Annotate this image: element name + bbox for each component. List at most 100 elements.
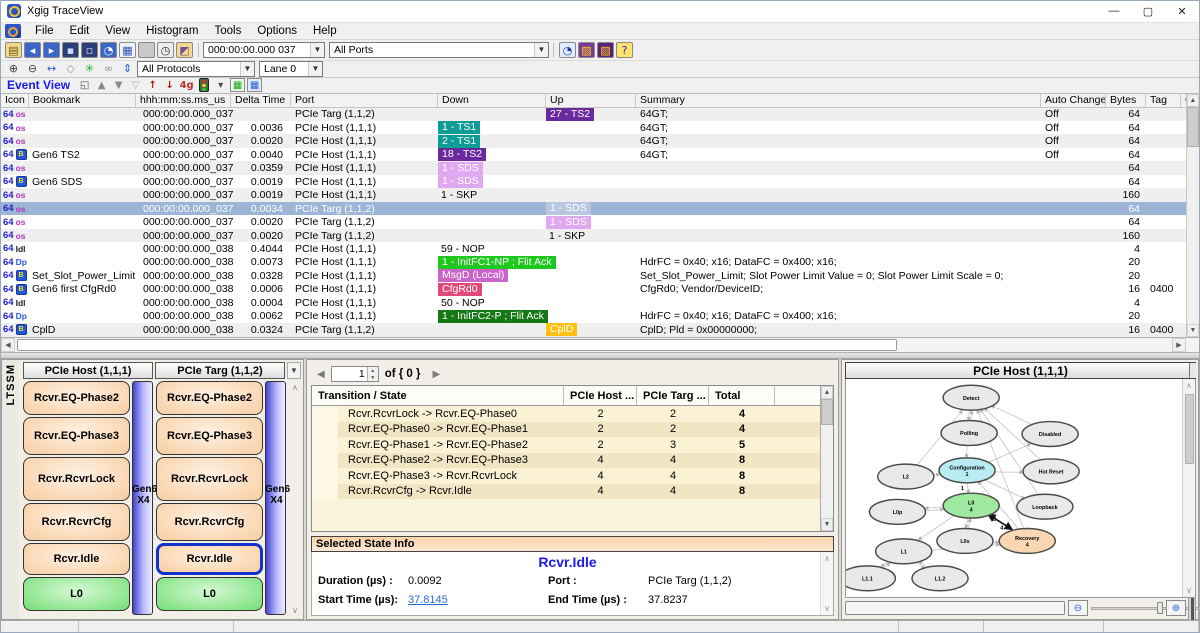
minimize-button[interactable]: — (1097, 1, 1131, 22)
ltssm-state-rcvr-eq-phase3[interactable]: Rcvr.EQ-Phase3 (23, 417, 130, 455)
tt-scroll-up-icon[interactable]: ▲ (821, 386, 833, 399)
event-table-vscrollbar[interactable]: ▲ ▼ (1186, 94, 1199, 337)
tt-scroll-down-icon[interactable]: ▼ (821, 518, 833, 531)
sync-icon[interactable]: ⇕ (119, 61, 136, 77)
page-spinner[interactable]: ▲▼ (367, 367, 378, 381)
diagram-side-tab[interactable] (1189, 363, 1196, 378)
open-trace-icon[interactable]: ▤ (5, 42, 22, 58)
image-icon[interactable]: ▨ (578, 42, 595, 58)
table-row[interactable]: 64BGen6 SDS000:00:00.000_0370.0019PCIe H… (1, 175, 1199, 188)
table-row[interactable]: 64Idl000:00:00.000_0380.0004PCIe Host (1… (1, 296, 1199, 309)
vscroll-thumb[interactable] (1187, 107, 1199, 147)
menu-options[interactable]: Options (249, 23, 305, 40)
transition-row[interactable]: Rcvr.EQ-Phase0 -> Rcvr.EQ-Phase1224 (312, 422, 820, 438)
ltssm-state-rcvr-eq-phase2[interactable]: Rcvr.EQ-Phase2 (156, 381, 263, 415)
save-all-icon[interactable]: ▫ (81, 42, 98, 58)
transition-table-scrollbar[interactable]: ▲ ▼ (820, 386, 833, 531)
ltssm-port-button-1[interactable]: PCIe Targ (1,1,2) (155, 362, 285, 379)
ltssm-state-rcvr-rcvrcfg[interactable]: Rcvr.RcvrCfg (156, 503, 263, 541)
hscroll-thumb[interactable] (17, 339, 897, 351)
go-bottom-icon[interactable]: ▼ (111, 78, 126, 92)
ltssm-combo-caret-icon[interactable]: ▼ (287, 362, 301, 379)
fit-range-icon[interactable]: ↔ (43, 61, 60, 77)
page-spinbox[interactable]: 1 ▲▼ (331, 366, 379, 382)
transition-row[interactable]: Rcvr.RcvrLock -> Rcvr.EQ-Phase0224 (312, 406, 820, 422)
menu-histogram[interactable]: Histogram (138, 23, 206, 40)
capture-icon[interactable]: ◩ (176, 42, 193, 58)
table-row[interactable]: 64BSet_Slot_Power_Limit000:00:00.000_038… (1, 269, 1199, 282)
transition-row[interactable]: Rcvr.EQ-Phase3 -> Rcvr.RcvrLock448 (312, 468, 820, 484)
maximize-button[interactable]: ▢ (1131, 1, 1165, 22)
col-header-time[interactable]: hhh:mm:ss.ms_us (136, 94, 231, 107)
diagram-node-polling[interactable]: Polling (941, 421, 997, 446)
table-row[interactable]: 64Dp000:00:00.000_0380.0073PCIe Host (1,… (1, 256, 1199, 269)
diagram-hscrollbar[interactable] (845, 601, 1065, 615)
ports-combo[interactable]: All Ports ▼ (329, 42, 549, 58)
zoom-select-icon[interactable]: ◱ (77, 78, 92, 92)
clock-icon[interactable]: ◷ (157, 42, 174, 58)
table-row[interactable]: 64Idl000:00:00.000_0380.4044PCIe Host (1… (1, 242, 1199, 255)
diagram-node-loopback[interactable]: Loopback (1017, 494, 1073, 519)
placeholder-icon[interactable] (138, 42, 155, 58)
zoom-out-icon[interactable]: ⊖ (24, 61, 41, 77)
event-table-hscrollbar[interactable]: ◀ ▶ (1, 338, 1199, 354)
menu-file[interactable]: File (27, 23, 62, 40)
diagram-node-l11[interactable]: L1.1 (846, 566, 895, 591)
time-combo[interactable]: 000:00:00.000 037 ▼ (203, 42, 325, 58)
table-row[interactable]: 64os000:00:00.000_0370.0019PCIe Host (1,… (1, 188, 1199, 201)
col-header-tag[interactable]: Tag (1146, 94, 1181, 107)
col-header-delta[interactable]: Delta Time (231, 94, 291, 107)
table-row[interactable]: 64os000:00:00.000_0370.0020PCIe Host (1,… (1, 134, 1199, 147)
dropdown-caret-icon[interactable]: ▾ (213, 78, 228, 92)
speed-label-icon[interactable]: 4g (179, 78, 194, 92)
diagram-node-l0s[interactable]: L0s (937, 529, 993, 554)
ltssm-scrollbar[interactable]: ∧∨ (289, 381, 301, 617)
zoom-in-icon[interactable]: ⊕ (5, 61, 22, 77)
menu-edit[interactable]: Edit (62, 23, 98, 40)
table-row[interactable]: 64os000:00:00.000_0370.0036PCIe Host (1,… (1, 121, 1199, 134)
diagram-node-recovery[interactable]: Recovery4 (999, 529, 1055, 554)
tt-col-header-3[interactable]: Total (709, 386, 775, 405)
lanes-grid-icon[interactable]: ▦ (247, 78, 262, 92)
menu-tools[interactable]: Tools (206, 23, 249, 40)
diagram-node-l12[interactable]: L1.2 (912, 566, 968, 591)
table-row[interactable]: 64os000:00:00.000_0370.0034PCIe Targ (1,… (1, 202, 1199, 215)
panel-grip[interactable] (1188, 594, 1196, 622)
ltssm-state-rcvr-rcvrlock[interactable]: Rcvr.RcvrLock (156, 457, 263, 501)
grid-view-icon[interactable]: ▦ (119, 42, 136, 58)
protocols-combo[interactable]: All Protocols ▼ (137, 61, 255, 77)
help-icon[interactable]: ? (616, 42, 633, 58)
trigger-light-icon[interactable] (196, 78, 211, 92)
diagram-node-configuration[interactable]: Configuration1 (939, 458, 995, 483)
scroll-up-icon[interactable]: ▲ (1187, 94, 1199, 107)
close-button[interactable]: ✕ (1165, 1, 1199, 22)
marker-icon[interactable]: ✳ (81, 61, 98, 77)
diagram-node-l1[interactable]: L1 (876, 539, 932, 564)
ports-grid-icon[interactable]: ▦ (230, 78, 245, 92)
scroll-down-icon[interactable]: ▼ (1187, 324, 1199, 337)
prev-marker-icon[interactable]: ↑ (145, 78, 160, 92)
ltssm-state-rcvr-rcvrlock[interactable]: Rcvr.RcvrLock (23, 457, 130, 501)
menu-view[interactable]: View (97, 23, 138, 40)
selected-state-scrollbar[interactable]: ∧∨ (820, 552, 833, 615)
diagram-zoom-out-icon[interactable]: ⊖ (1068, 600, 1088, 616)
protocols-combo-caret-icon[interactable]: ▼ (240, 62, 254, 76)
diagram-zoom-in-icon[interactable]: ⊕ (1166, 600, 1186, 616)
export-trace-icon[interactable]: ▸ (43, 42, 60, 58)
ltssm-state-l0[interactable]: L0 (156, 577, 263, 611)
ltssm-tab[interactable]: LTSSM (1, 359, 19, 620)
table-row[interactable]: 64BGen6 TS2000:00:00.000_0370.0040PCIe H… (1, 148, 1199, 161)
col-header-sum[interactable]: Summary (636, 94, 1041, 107)
col-header-bm[interactable]: Bookmark (29, 94, 136, 107)
diagram-vscrollbar[interactable]: ∧ ∨ (1182, 379, 1195, 597)
ports-combo-caret-icon[interactable]: ▼ (534, 43, 548, 57)
transition-row[interactable]: Rcvr.EQ-Phase2 -> Rcvr.EQ-Phase3448 (312, 453, 820, 469)
diag-scroll-up-icon[interactable]: ∧ (1186, 381, 1192, 390)
col-header-auto[interactable]: Auto Change (1041, 94, 1106, 107)
table-row[interactable]: 64BGen6 first CfgRd0000:00:00.000_0380.0… (1, 283, 1199, 296)
tools-icon[interactable]: ▧ (597, 42, 614, 58)
search-binoculars-icon[interactable]: ∞ (100, 61, 117, 77)
transition-row[interactable]: Rcvr.EQ-Phase1 -> Rcvr.EQ-Phase2235 (312, 437, 820, 453)
ltssm-port-button-0[interactable]: PCIe Host (1,1,1) (23, 362, 153, 379)
ltssm-state-rcvr-eq-phase3[interactable]: Rcvr.EQ-Phase3 (156, 417, 263, 455)
